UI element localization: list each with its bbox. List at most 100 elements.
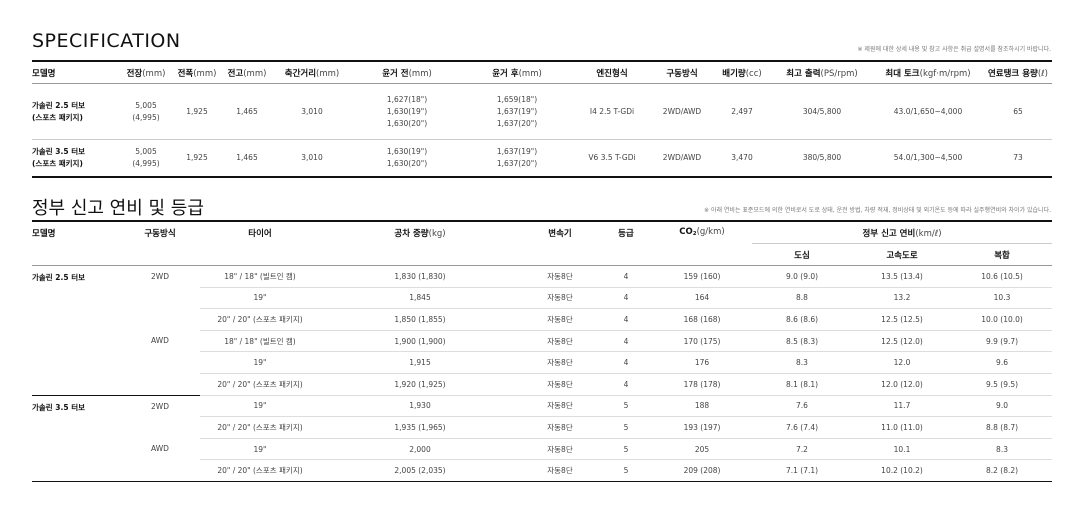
spec-header-cell: 윤거 전(mm) <box>352 61 462 84</box>
mileage-tire: 19" <box>200 287 320 310</box>
mileage-comb: 10.6 (10.5) <box>952 265 1053 288</box>
mileage-row: 가솔린 2.5 터보 2WD 18" / 18" (빌트인 캠) 1,830 (1,8… <box>32 265 1053 288</box>
mileage-tire: 19" <box>200 351 320 374</box>
mileage-weight: 1,935 (1,965) <box>320 416 520 439</box>
mileage-comb: 10.3 <box>952 287 1053 310</box>
mileage-row: AWD 19" 2,000 자동8단 5 205 7.2 10.1 8.3 <box>32 438 1053 482</box>
mileage-hwy: 11.7 <box>852 394 952 418</box>
spec-length-sport: (4,995) <box>132 159 160 168</box>
spec-tread-front-cell: 1,630(19") 1,630(20") <box>352 139 462 178</box>
mileage-model: 가솔린 2.5 터보 <box>32 273 86 282</box>
spec-drive: 2WD/AWD <box>652 139 712 178</box>
mileage-trans: 자동8단 <box>520 308 600 331</box>
mileage-co2: 188 <box>652 394 752 418</box>
mileage-weight: 2,000 <box>320 438 520 461</box>
spec-power: 304/5,800 <box>772 83 872 140</box>
header-weight: 공차 중량(kg) <box>320 221 520 266</box>
header-trans: 변속기 <box>520 221 600 266</box>
mileage-grade: 4 <box>600 308 652 331</box>
spec-header-cell: 전폭(mm) <box>172 61 222 84</box>
spec-header-label: 윤거 후 <box>492 68 519 79</box>
mileage-weight: 1,920 (1,925) <box>320 373 520 396</box>
mileage-header-row-1: 모델명 구동방식 타이어 공차 중량(kg) 변속기 등급 CO2(g/km) … <box>32 221 1053 266</box>
mileage-comb: 9.6 <box>952 351 1053 374</box>
mileage-city: 8.8 <box>752 287 852 310</box>
mileage-city: 7.2 <box>752 438 852 461</box>
spec-length-sport: (4,995) <box>132 112 160 122</box>
mileage-trans: 자동8단 <box>520 265 600 288</box>
mileage-trans: 자동8단 <box>520 287 600 310</box>
spec-model-cell: 가솔린 2.5 터보 (스포츠 패키지) <box>32 83 120 140</box>
mileage-grade: 5 <box>600 438 652 461</box>
spec-width: 1,925 <box>172 83 222 140</box>
spec-length-cell: 5,005 (4,995) <box>120 139 172 178</box>
spec-header-cell: 모델명 <box>32 61 120 84</box>
spec-header-cell: 구동방식 <box>652 61 712 84</box>
mileage-comb: 9.5 (9.5) <box>952 373 1053 396</box>
spec-header-label: 최대 토크 <box>885 68 920 79</box>
spec-width: 1,925 <box>172 139 222 178</box>
mileage-co2: 168 (168) <box>652 308 752 331</box>
spec-model-cell: 가솔린 3.5 터보 (스포츠 패키지) <box>32 139 120 178</box>
spec-header-unit: (mm) <box>316 68 340 79</box>
spec-header-label: 전폭 <box>177 68 194 79</box>
mileage-city: 8.3 <box>752 351 852 374</box>
mileage-comb: 8.2 (8.2) <box>952 459 1053 482</box>
spec-displacement: 3,470 <box>712 139 772 178</box>
spec-header-cell: 전고(mm) <box>222 61 272 84</box>
spec-header-cell: 연료탱크 용량(ℓ) <box>984 61 1052 84</box>
mileage-hwy: 13.5 (13.4) <box>852 265 952 288</box>
mileage-drive: AWD <box>151 336 169 346</box>
mileage-hwy: 12.5 (12.0) <box>852 330 952 353</box>
spec-engine: V6 3.5 T-GDi <box>572 139 652 178</box>
spec-length: 5,005 <box>135 100 157 110</box>
mileage-city: 8.5 (8.3) <box>752 330 852 353</box>
spec-header-label: 배기량 <box>722 68 746 79</box>
spec-header-cell: 엔진형식 <box>572 61 652 84</box>
mileage-drive: 2WD <box>120 394 200 439</box>
spec-header-cell: 최고 출력(PS/rpm) <box>772 61 872 84</box>
spec-header-label: 윤거 전 <box>382 68 409 79</box>
mileage-hwy: 12.0 <box>852 351 952 374</box>
spec-tread-rear: 1,659(18") <box>496 94 538 104</box>
mileage-hwy: 11.0 (11.0) <box>852 416 952 439</box>
mileage-weight: 1,830 (1,830) <box>320 265 520 288</box>
mileage-trans: 자동8단 <box>520 438 600 461</box>
spec-displacement: 2,497 <box>712 83 772 140</box>
spec-header-label: 축간거리 <box>284 68 317 79</box>
mileage-grade: 5 <box>600 416 652 439</box>
spec-header-unit: (kgf·m/rpm) <box>919 68 971 79</box>
spec-tread-rear: 1,637(20") <box>496 159 538 168</box>
spec-tread-rear: 1,637(19") <box>496 147 538 156</box>
spec-model-name: 가솔린 2.5 터보 <box>32 100 86 110</box>
spec-model-variant: (스포츠 패키지) <box>32 112 83 122</box>
header-city: 도심 <box>752 243 852 266</box>
spec-header-unit: (mm) <box>408 68 432 79</box>
spec-header-label: 전고 <box>227 68 244 79</box>
mileage-tire: 20" / 20" (스포츠 패키지) <box>200 459 320 482</box>
spec-header-unit: (mm) <box>243 68 267 79</box>
mileage-city: 7.1 (7.1) <box>752 459 852 482</box>
mileage-tire: 19" <box>200 394 320 418</box>
mileage-city: 7.6 (7.4) <box>752 416 852 439</box>
header-tire: 타이어 <box>200 221 320 266</box>
spec-header-unit: (PS/rpm) <box>820 68 858 79</box>
spec-title: SPECIFICATION <box>32 30 181 52</box>
spec-header-unit: (ℓ) <box>1037 68 1049 79</box>
mileage-weight: 1,930 <box>320 394 520 418</box>
header-combined: 복합 <box>952 243 1053 266</box>
spec-tread-front: 1,630(20") <box>386 118 428 128</box>
spec-header-label: 구동방식 <box>666 68 698 79</box>
mileage-hwy: 12.0 (12.0) <box>852 373 952 396</box>
spec-model-name: 가솔린 3.5 터보 <box>32 147 86 156</box>
mileage-co2: 159 (160) <box>652 265 752 288</box>
spec-header-label: 엔진형식 <box>596 68 628 79</box>
mileage-city: 8.1 (8.1) <box>752 373 852 396</box>
mileage-weight: 1,850 (1,855) <box>320 308 520 331</box>
spec-header-label: 전장 <box>126 68 143 79</box>
spec-height: 1,465 <box>222 139 272 178</box>
mileage-city: 8.6 (8.6) <box>752 308 852 331</box>
spec-tread-rear-cell: 1,659(18") 1,637(19") 1,637(20") <box>462 83 572 140</box>
spec-table: 모델명 전장(mm) 전폭(mm) 전고(mm) 축간거리(mm) 윤거 전(mm) 윤거 … <box>32 60 1052 178</box>
spec-header-unit: (mm) <box>142 68 166 79</box>
